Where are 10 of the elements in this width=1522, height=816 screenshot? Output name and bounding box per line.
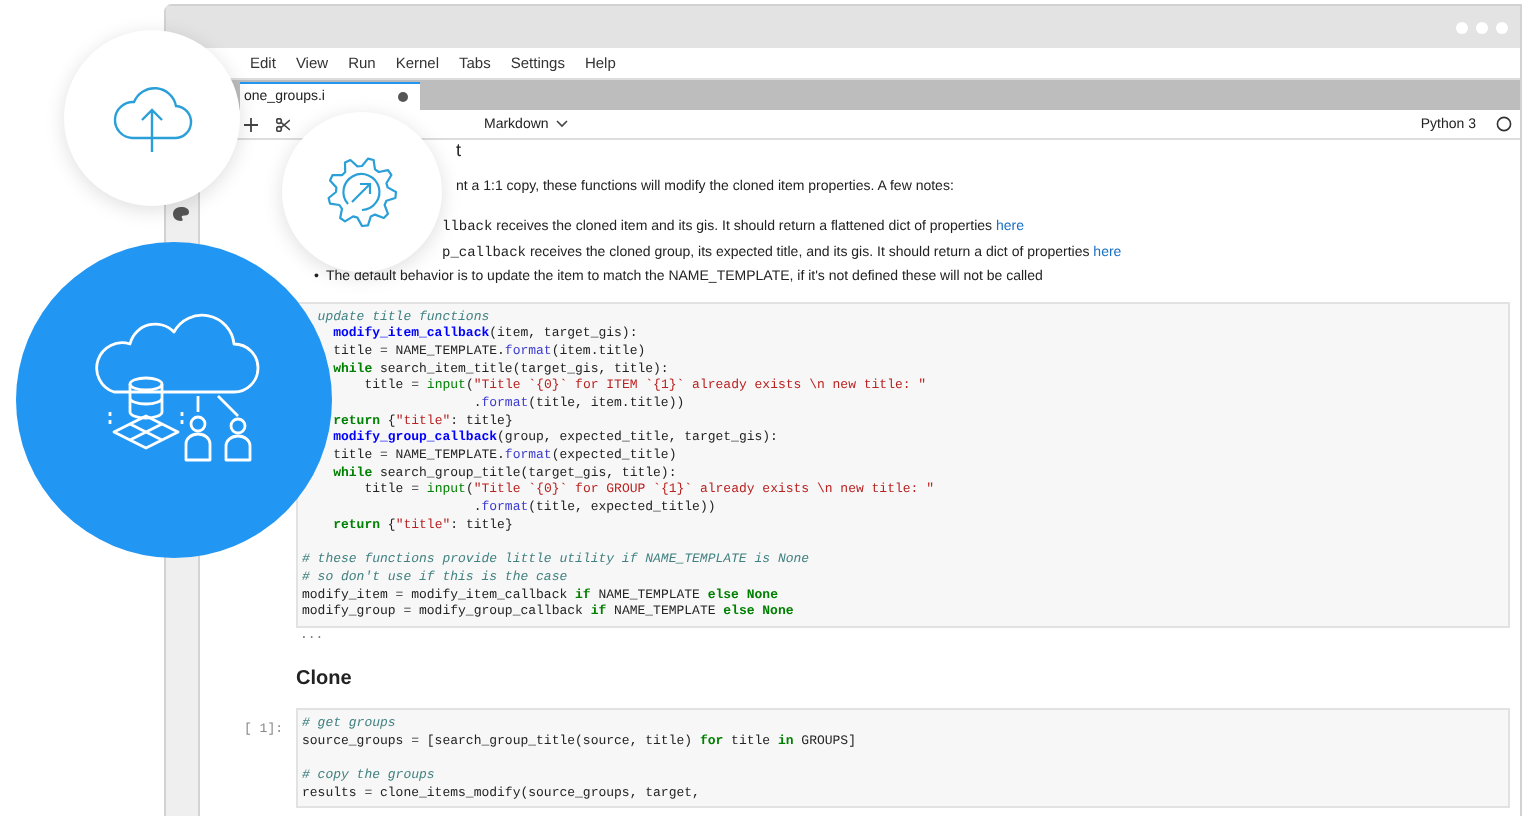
scissors-icon[interactable] bbox=[276, 117, 290, 131]
palette-icon[interactable] bbox=[172, 206, 190, 222]
kernel-status-icon bbox=[1496, 116, 1512, 132]
cloud-upload-icon bbox=[108, 82, 196, 154]
section-heading: t bbox=[454, 140, 464, 162]
plus-icon[interactable] bbox=[244, 117, 258, 131]
section-heading: Clone bbox=[296, 667, 354, 692]
code-cell[interactable] bbox=[296, 301, 1510, 628]
unsaved-dot-icon bbox=[398, 92, 408, 102]
caret-icon bbox=[556, 120, 569, 128]
